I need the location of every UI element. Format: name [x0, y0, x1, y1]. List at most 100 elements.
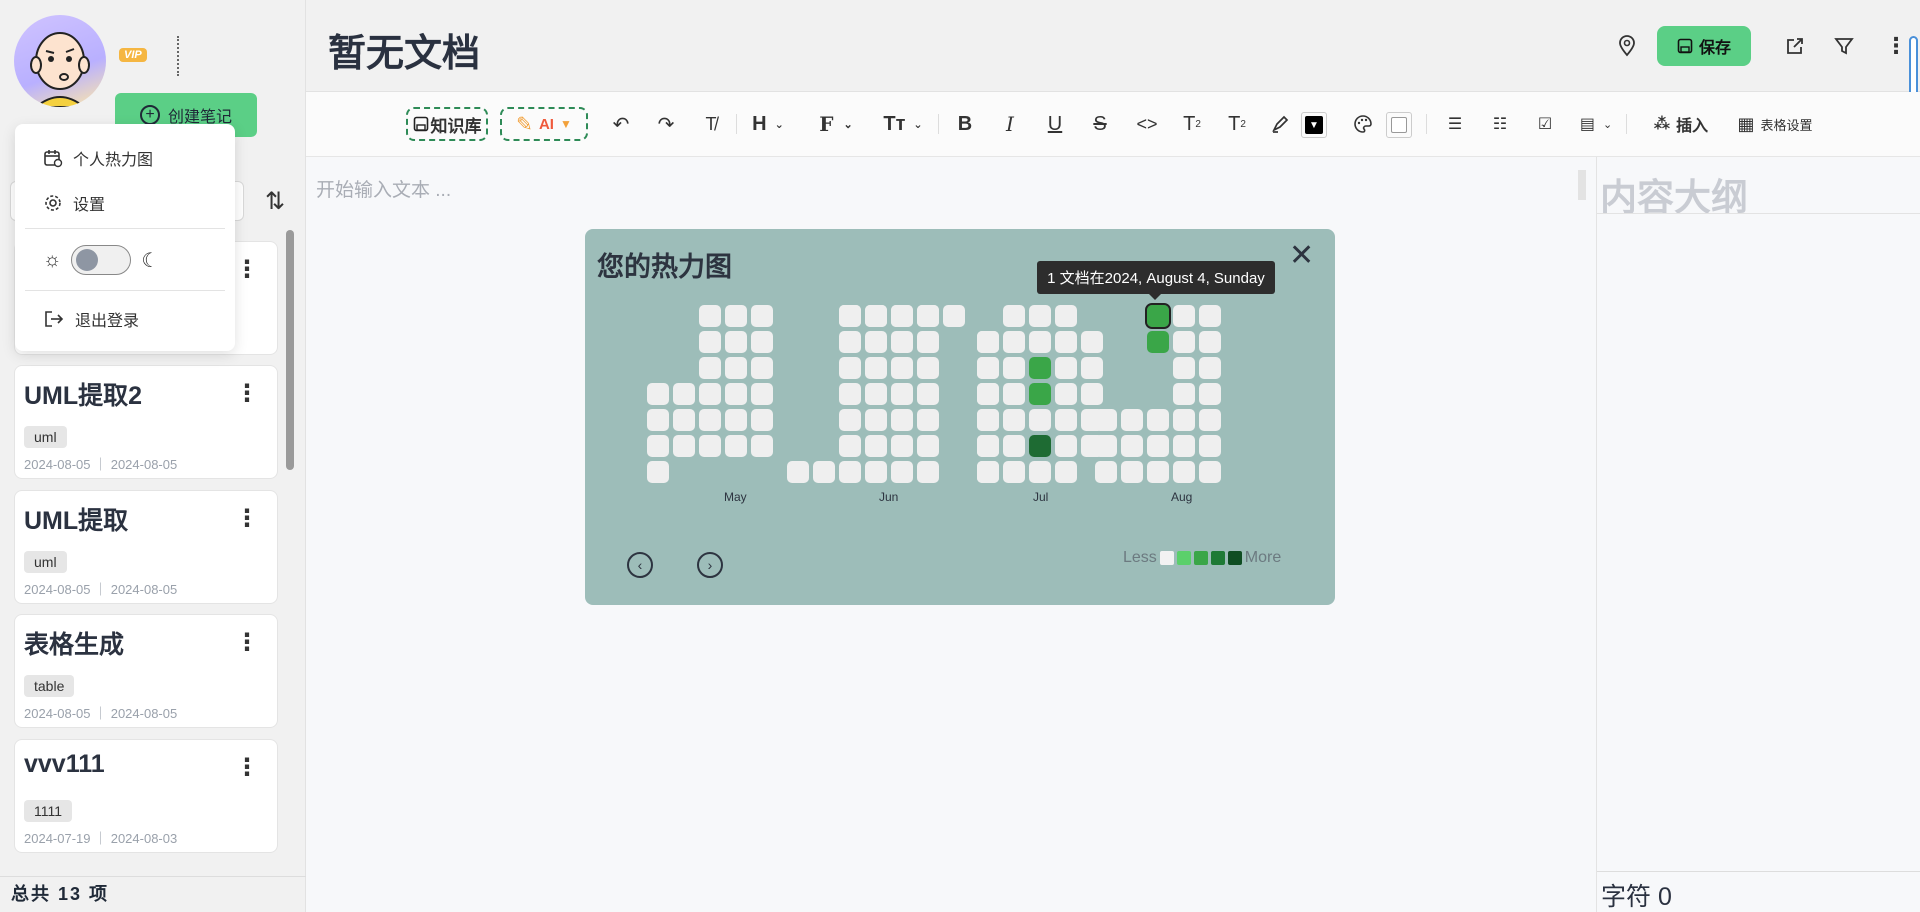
block-dropdown[interactable]: ▤ ⌄: [1574, 107, 1618, 141]
heatmap-cell[interactable]: [725, 305, 747, 327]
heatmap-cell[interactable]: [977, 331, 999, 353]
heatmap-cell[interactable]: [1055, 461, 1077, 483]
table-settings-button[interactable]: ▦ 表格设置: [1730, 107, 1820, 141]
heatmap-cell[interactable]: [1147, 461, 1169, 483]
heatmap-cell[interactable]: [917, 383, 939, 405]
sidebar-scrollbar[interactable]: [286, 230, 294, 470]
list-item[interactable]: vvv111 ⋮ 1111 2024-07-19 ｜ 2024-08-03: [14, 739, 278, 853]
heatmap-cell[interactable]: [1003, 409, 1025, 431]
heatmap-cell[interactable]: [839, 435, 861, 457]
heatmap-cell[interactable]: [751, 331, 773, 353]
heatmap-cell[interactable]: [977, 357, 999, 379]
heatmap-cell[interactable]: [1121, 409, 1143, 431]
heatmap-cell[interactable]: [1003, 357, 1025, 379]
more-icon[interactable]: ⋮: [235, 258, 259, 282]
heatmap-cell[interactable]: [1029, 383, 1051, 405]
underline-icon[interactable]: U: [1042, 107, 1068, 141]
heatmap-cell[interactable]: [1121, 435, 1143, 457]
superscript-icon[interactable]: T2: [1177, 107, 1207, 141]
clear-format-icon[interactable]: T̸: [698, 107, 724, 141]
ai-button[interactable]: ✎ AI ▼: [500, 107, 588, 141]
heatmap-cell[interactable]: [725, 331, 747, 353]
heatmap-cell[interactable]: [1055, 435, 1077, 457]
heatmap-cell[interactable]: [751, 435, 773, 457]
heatmap-cell[interactable]: [1199, 331, 1221, 353]
heatmap-cell[interactable]: [1029, 305, 1051, 327]
list-item[interactable]: 表格生成 ⋮ table 2024-08-05 ｜ 2024-08-05: [14, 614, 278, 728]
code-icon[interactable]: <>: [1132, 107, 1162, 141]
heatmap-cell[interactable]: [673, 435, 695, 457]
heatmap-cell[interactable]: [839, 409, 861, 431]
heatmap-cell[interactable]: [1173, 435, 1195, 457]
heatmap-cell[interactable]: [647, 383, 669, 405]
heatmap-cell[interactable]: [865, 305, 887, 327]
heatmap-cell[interactable]: [1145, 303, 1171, 329]
heatmap-cell[interactable]: [839, 305, 861, 327]
heatmap-cell[interactable]: [1199, 383, 1221, 405]
heatmap-cell[interactable]: [699, 435, 721, 457]
heatmap-cell[interactable]: [751, 383, 773, 405]
heatmap-cell[interactable]: [1173, 383, 1195, 405]
heatmap-cell[interactable]: [1029, 357, 1051, 379]
font-size-dropdown[interactable]: Tт ⌄: [878, 107, 928, 141]
insert-button[interactable]: ⁂ 插入: [1646, 107, 1716, 141]
heatmap-cell[interactable]: [1081, 357, 1103, 379]
heatmap-cell[interactable]: [1173, 305, 1195, 327]
heatmap-cell[interactable]: [1055, 383, 1077, 405]
theme-toggle[interactable]: [71, 245, 132, 275]
list-item[interactable]: UML提取2 ⋮ uml 2024-08-05 ｜ 2024-08-05: [14, 365, 278, 479]
filter-icon[interactable]: [1829, 31, 1859, 61]
heatmap-cell[interactable]: [1199, 305, 1221, 327]
heatmap-cell[interactable]: [673, 409, 695, 431]
resize-handle[interactable]: [1578, 170, 1586, 200]
text-color-swatch[interactable]: [1386, 112, 1412, 138]
heatmap-cell[interactable]: [725, 383, 747, 405]
heatmap-cell[interactable]: [917, 331, 939, 353]
heatmap-cell[interactable]: [787, 461, 809, 483]
heatmap-cell[interactable]: [725, 435, 747, 457]
menu-item-heatmap[interactable]: 个人热力图: [43, 146, 153, 170]
heatmap-cell[interactable]: [891, 357, 913, 379]
heatmap-cell[interactable]: [977, 461, 999, 483]
heatmap-cell[interactable]: [1173, 461, 1195, 483]
avatar[interactable]: [14, 15, 106, 107]
heatmap-cell[interactable]: [725, 409, 747, 431]
heatmap-cell[interactable]: [1081, 383, 1103, 405]
knowledge-base-button[interactable]: 知识库: [406, 107, 488, 141]
italic-icon[interactable]: I: [997, 107, 1023, 141]
heatmap-cell[interactable]: [1173, 331, 1195, 353]
heatmap-cell[interactable]: [699, 331, 721, 353]
heatmap-cell[interactable]: [751, 305, 773, 327]
highlight-color-swatch[interactable]: ▼: [1301, 112, 1327, 138]
heatmap-cell[interactable]: [751, 357, 773, 379]
heatmap-cell[interactable]: [1173, 357, 1195, 379]
menu-item-logout[interactable]: 退出登录: [43, 307, 139, 331]
more-icon[interactable]: ⋮: [235, 631, 259, 655]
heatmap-cell[interactable]: [891, 305, 913, 327]
palette-icon[interactable]: [1350, 107, 1376, 141]
heatmap-cell[interactable]: [891, 435, 913, 457]
heatmap-cell[interactable]: [1029, 409, 1051, 431]
heatmap-cell[interactable]: [865, 357, 887, 379]
highlighter-icon[interactable]: [1267, 107, 1293, 141]
heatmap-cell[interactable]: [1147, 409, 1169, 431]
heatmap-cell[interactable]: [1147, 331, 1169, 353]
heatmap-cell[interactable]: [917, 409, 939, 431]
heatmap-cell[interactable]: [1003, 331, 1025, 353]
page-scrollbar[interactable]: [1909, 36, 1918, 100]
heatmap-cell[interactable]: [1095, 461, 1117, 483]
heatmap-cell[interactable]: [1095, 435, 1117, 457]
heatmap-cell[interactable]: [891, 383, 913, 405]
heatmap-cell[interactable]: [865, 461, 887, 483]
heatmap-cell[interactable]: [917, 305, 939, 327]
heatmap-cell[interactable]: [1081, 331, 1103, 353]
more-icon[interactable]: ⋮: [235, 507, 259, 531]
heatmap-cell[interactable]: [943, 305, 965, 327]
ordered-list-icon[interactable]: ☰: [1442, 107, 1468, 141]
heatmap-cell[interactable]: [865, 331, 887, 353]
heading-dropdown[interactable]: H ⌄: [748, 107, 788, 141]
heatmap-cell[interactable]: [751, 409, 773, 431]
heatmap-cell[interactable]: [1199, 357, 1221, 379]
heatmap-cell[interactable]: [1003, 461, 1025, 483]
heatmap-cell[interactable]: [1199, 461, 1221, 483]
